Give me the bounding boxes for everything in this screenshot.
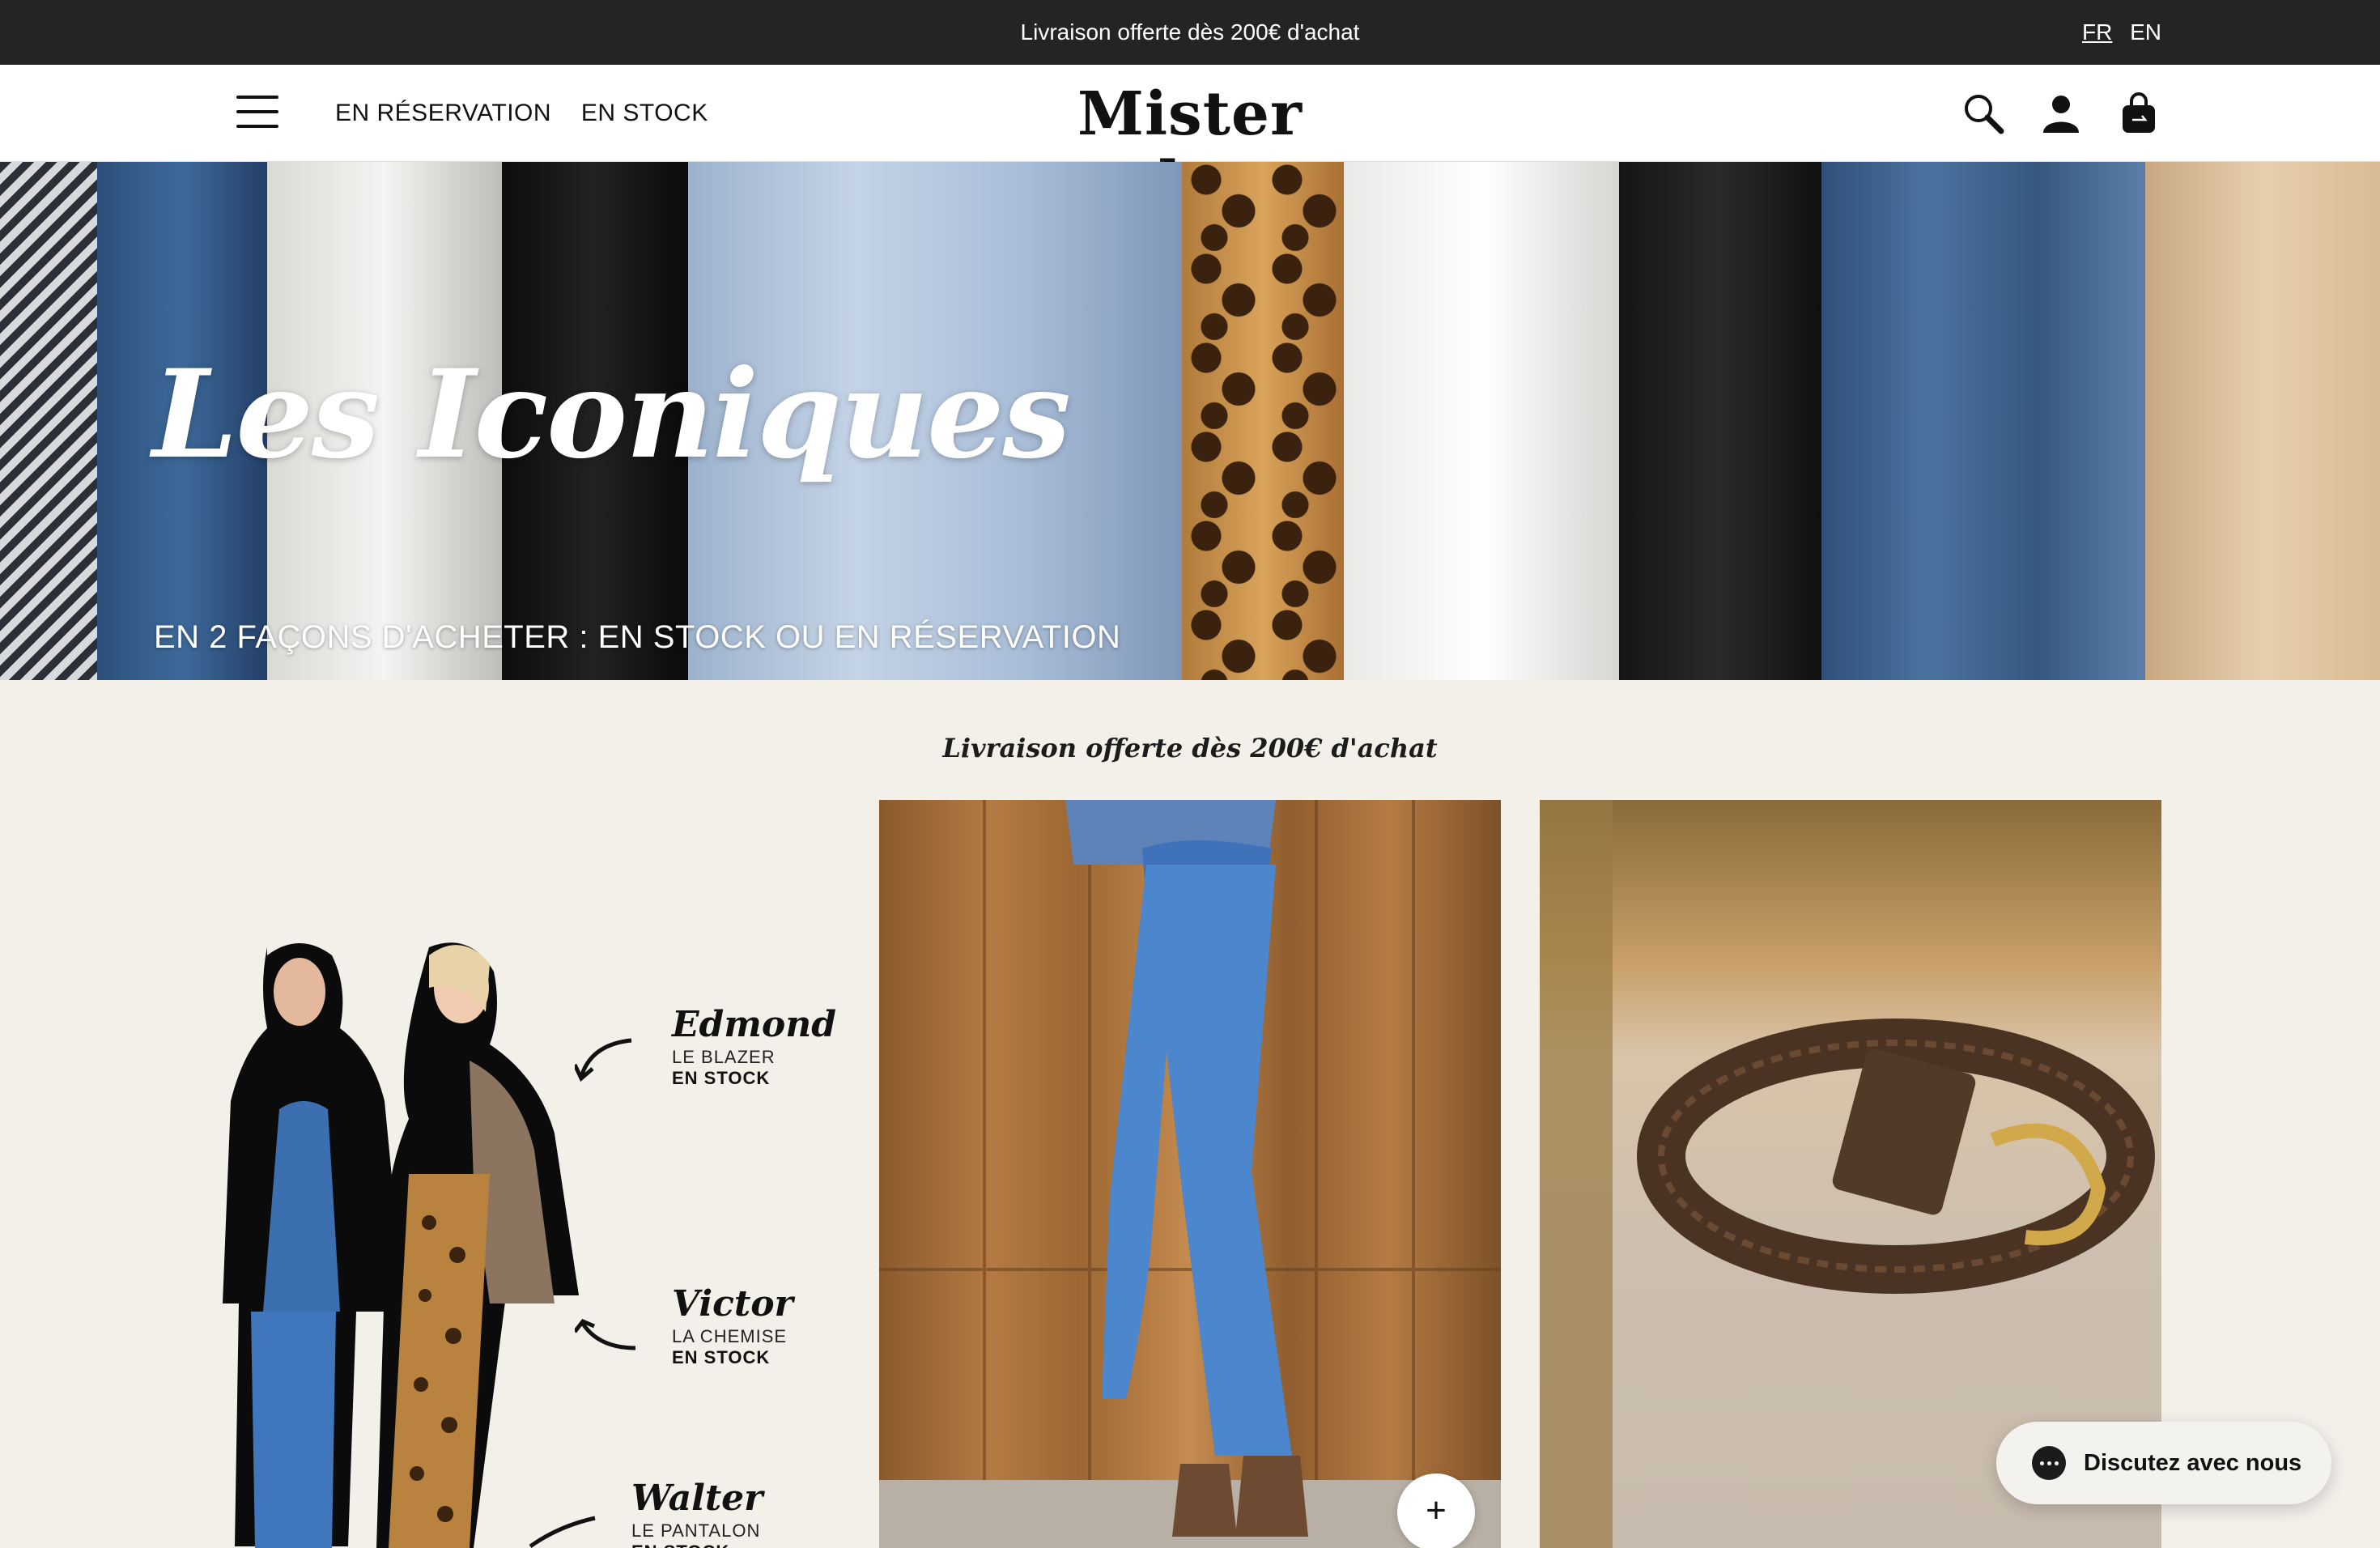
arrow-edmond [575,1038,632,1082]
hero-garment [2145,162,2380,680]
language-en[interactable]: EN [2130,19,2161,45]
arrow-victor [575,1318,636,1350]
look-edmond[interactable]: Edmond LE BLAZER EN STOCK [672,1004,836,1089]
look-name: Edmond [672,1004,836,1045]
look-walter[interactable]: Walter LE PANTALON EN STOCK [631,1478,763,1548]
nav-reservation[interactable]: EN RÉSERVATION [335,100,551,126]
cart-icon[interactable] [2116,91,2161,136]
hero-garment [1619,162,1821,680]
quick-add-button[interactable]: + [1397,1474,1475,1548]
hero-garment [0,162,97,680]
chat-bubble-icon [2032,1446,2066,1480]
search-icon[interactable] [1961,91,2006,136]
look-victor[interactable]: Victor LA CHEMISE EN STOCK [672,1283,793,1368]
look-name: Walter [631,1478,763,1519]
look-stock: EN STOCK [631,1542,763,1548]
nav-stock[interactable]: EN STOCK [581,100,708,126]
iconiques-illustration[interactable]: Edmond LE BLAZER EN STOCK Victor LA CHEM… [210,931,858,1548]
announcement-text: Livraison offerte dès 200€ d'achat [1020,19,1360,45]
main-nav: EN RÉSERVATION EN STOCK [335,65,731,162]
hero-subtitle: EN 2 FAÇONS D'ACHETER : EN STOCK OU EN R… [154,619,1121,655]
look-stock: EN STOCK [672,1068,771,1088]
account-icon[interactable] [2038,91,2084,136]
look-kind: LE BLAZER [672,1047,776,1067]
models-image [223,942,579,1548]
language-switcher: FR EN [2071,0,2161,65]
look-stock: EN STOCK [672,1347,771,1367]
hero-title: Les Iconiques [152,343,1071,486]
site-header: EN RÉSERVATION EN STOCK Mister k. [0,65,2380,219]
delivery-tagline: Livraison offerte dès 200€ d'achat [942,733,1438,763]
chat-label: Discutez avec nous [2084,1449,2302,1476]
product-card-jeans[interactable] [879,800,1501,1548]
product-image-jeans [879,800,1501,1548]
announcement-bar: Livraison offerte dès 200€ d'achat FR EN [0,0,2380,65]
look-name: Victor [672,1283,793,1325]
arrow-walter [529,1516,596,1548]
hero-banner[interactable]: Les Iconiques EN 2 FAÇONS D'ACHETER : EN… [0,162,2380,680]
hero-garment [1821,162,2145,680]
chat-widget-button[interactable]: Discutez avec nous [1996,1422,2331,1504]
hero-garment [1344,162,1619,680]
language-fr[interactable]: FR [2082,19,2112,45]
hamburger-icon[interactable] [236,96,278,130]
header-actions [1961,89,2161,138]
look-kind: LE PANTALON [631,1520,761,1541]
look-kind: LA CHEMISE [672,1326,788,1346]
hero-garment [1182,162,1344,680]
